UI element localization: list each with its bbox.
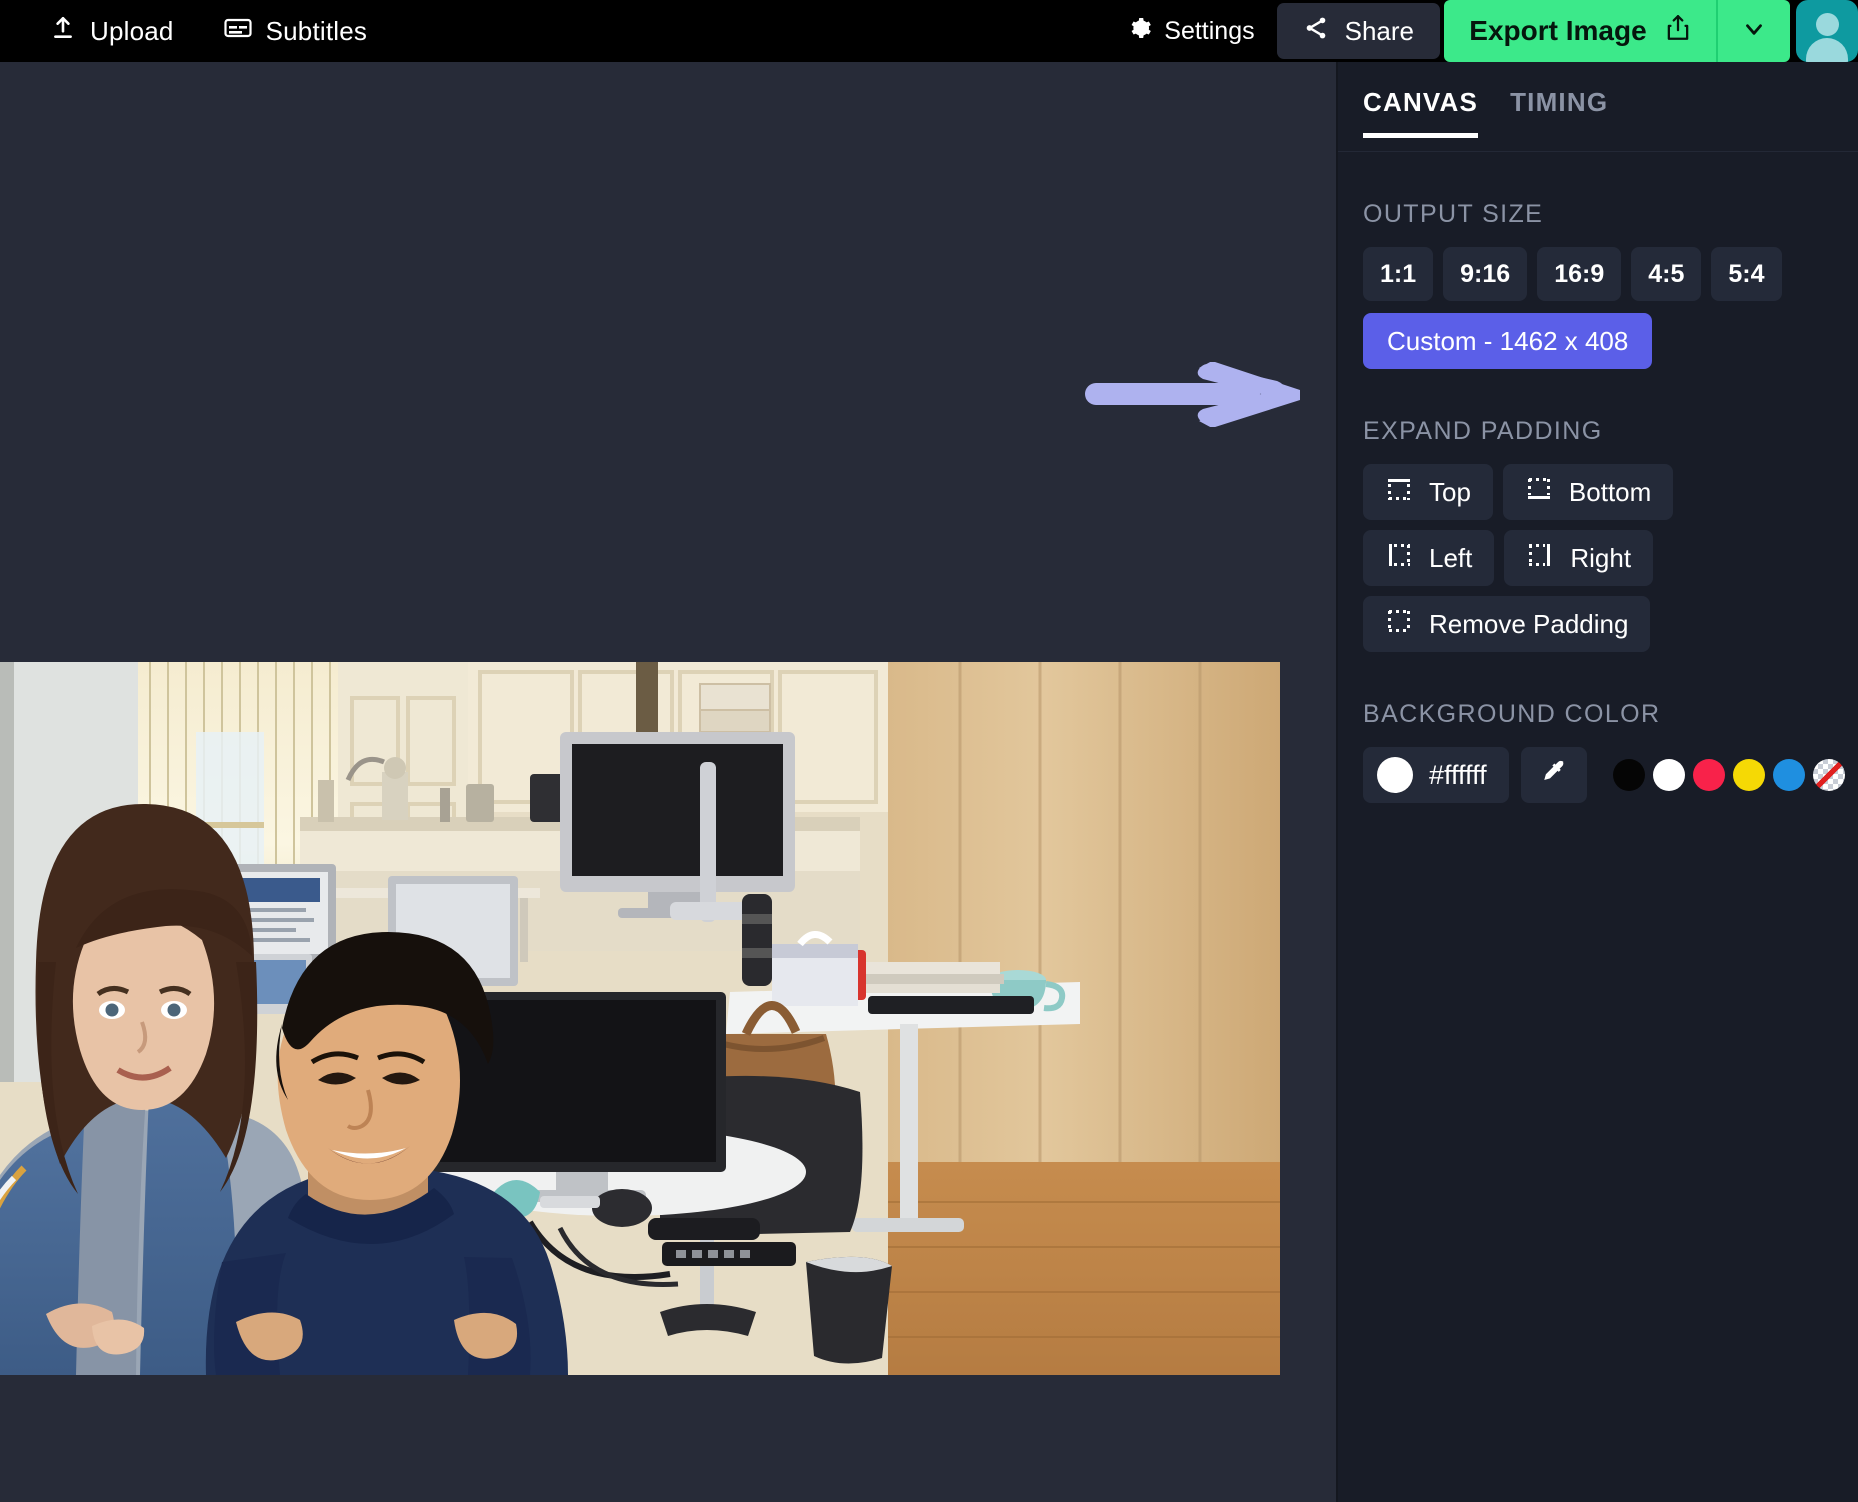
swatch-yellow[interactable] bbox=[1733, 759, 1765, 791]
toolbar-left-group: Upload Subtitles bbox=[0, 15, 367, 48]
subtitles-button[interactable]: Subtitles bbox=[224, 16, 368, 47]
subtitles-label: Subtitles bbox=[266, 16, 368, 47]
padding-left-label: Left bbox=[1429, 543, 1472, 574]
user-avatar-button[interactable] bbox=[1796, 0, 1858, 62]
canvas-photo[interactable] bbox=[0, 662, 1280, 1375]
padding-top-button[interactable]: Top bbox=[1363, 464, 1493, 520]
ratio-button-5-4[interactable]: 5:4 bbox=[1711, 247, 1781, 301]
panel-tabs: CANVAS TIMING bbox=[1338, 62, 1858, 152]
expand-padding-title: EXPAND PADDING bbox=[1363, 417, 1858, 446]
preset-swatches bbox=[1613, 759, 1845, 791]
padding-right-button[interactable]: Right bbox=[1504, 530, 1653, 586]
share-icon bbox=[1303, 15, 1329, 48]
padding-top-icon bbox=[1385, 475, 1413, 510]
export-image-button[interactable]: Export Image bbox=[1444, 0, 1716, 62]
ratio-button-4-5[interactable]: 4:5 bbox=[1631, 247, 1701, 301]
padding-bottom-icon bbox=[1525, 475, 1553, 510]
subtitles-icon bbox=[224, 16, 252, 47]
tab-timing[interactable]: TIMING bbox=[1510, 87, 1608, 138]
remove-padding-label: Remove Padding bbox=[1429, 609, 1628, 640]
tab-canvas[interactable]: CANVAS bbox=[1363, 87, 1478, 138]
background-color-field[interactable]: #ffffff bbox=[1363, 747, 1509, 803]
swatch-white[interactable] bbox=[1653, 759, 1685, 791]
eyedropper-icon bbox=[1539, 758, 1569, 793]
padding-top-label: Top bbox=[1429, 477, 1471, 508]
swatch-blue[interactable] bbox=[1773, 759, 1805, 791]
padding-bottom-button[interactable]: Bottom bbox=[1503, 464, 1673, 520]
padding-right-icon bbox=[1526, 541, 1554, 576]
settings-button[interactable]: Settings bbox=[1128, 16, 1276, 47]
gear-icon bbox=[1128, 16, 1152, 47]
export-options-dropdown[interactable] bbox=[1716, 0, 1790, 62]
app-root: Upload Subtitles bbox=[0, 0, 1858, 1502]
ratio-button-1-1[interactable]: 1:1 bbox=[1363, 247, 1433, 301]
padding-row-2: Left Right bbox=[1338, 530, 1858, 586]
toolbar-right-group: Settings Share Export Image bbox=[1128, 0, 1858, 62]
output-size-title: OUTPUT SIZE bbox=[1363, 200, 1858, 229]
user-avatar-icon bbox=[1796, 0, 1858, 62]
canvas-stage[interactable] bbox=[0, 62, 1338, 1502]
padding-row-3: Remove Padding bbox=[1338, 596, 1858, 652]
share-button[interactable]: Share bbox=[1277, 3, 1440, 59]
settings-label: Settings bbox=[1164, 17, 1254, 46]
ratio-button-9-16[interactable]: 9:16 bbox=[1443, 247, 1527, 301]
properties-panel: CANVAS TIMING OUTPUT SIZE 1:1 9:16 16:9 … bbox=[1338, 62, 1858, 1502]
ratio-button-16-9[interactable]: 16:9 bbox=[1537, 247, 1621, 301]
upload-icon bbox=[50, 15, 76, 48]
swatch-transparent[interactable] bbox=[1813, 759, 1845, 791]
swatch-red[interactable] bbox=[1693, 759, 1725, 791]
top-toolbar: Upload Subtitles bbox=[0, 0, 1858, 62]
arrow-annotation[interactable] bbox=[1085, 362, 1310, 427]
padding-bottom-label: Bottom bbox=[1569, 477, 1651, 508]
current-color-swatch bbox=[1377, 757, 1413, 793]
padding-left-icon bbox=[1385, 541, 1413, 576]
color-hex-value: #ffffff bbox=[1429, 760, 1487, 791]
swatch-black[interactable] bbox=[1613, 759, 1645, 791]
eyedropper-button[interactable] bbox=[1521, 747, 1587, 803]
upload-button[interactable]: Upload bbox=[50, 15, 174, 48]
custom-size-button[interactable]: Custom - 1462 x 408 bbox=[1363, 313, 1652, 369]
padding-right-label: Right bbox=[1570, 543, 1631, 574]
export-share-icon bbox=[1665, 14, 1691, 49]
remove-padding-button[interactable]: Remove Padding bbox=[1363, 596, 1650, 652]
upload-label: Upload bbox=[90, 16, 174, 47]
aspect-ratio-row: 1:1 9:16 16:9 4:5 5:4 bbox=[1338, 247, 1858, 301]
export-image-label: Export Image bbox=[1469, 15, 1646, 47]
share-label: Share bbox=[1345, 16, 1414, 47]
background-color-title: BACKGROUND COLOR bbox=[1363, 700, 1858, 729]
padding-row-1: Top Bottom bbox=[1338, 464, 1858, 520]
background-color-row: #ffffff bbox=[1338, 747, 1858, 803]
chevron-down-icon bbox=[1741, 16, 1767, 47]
padding-remove-icon bbox=[1385, 607, 1413, 642]
padding-left-button[interactable]: Left bbox=[1363, 530, 1494, 586]
